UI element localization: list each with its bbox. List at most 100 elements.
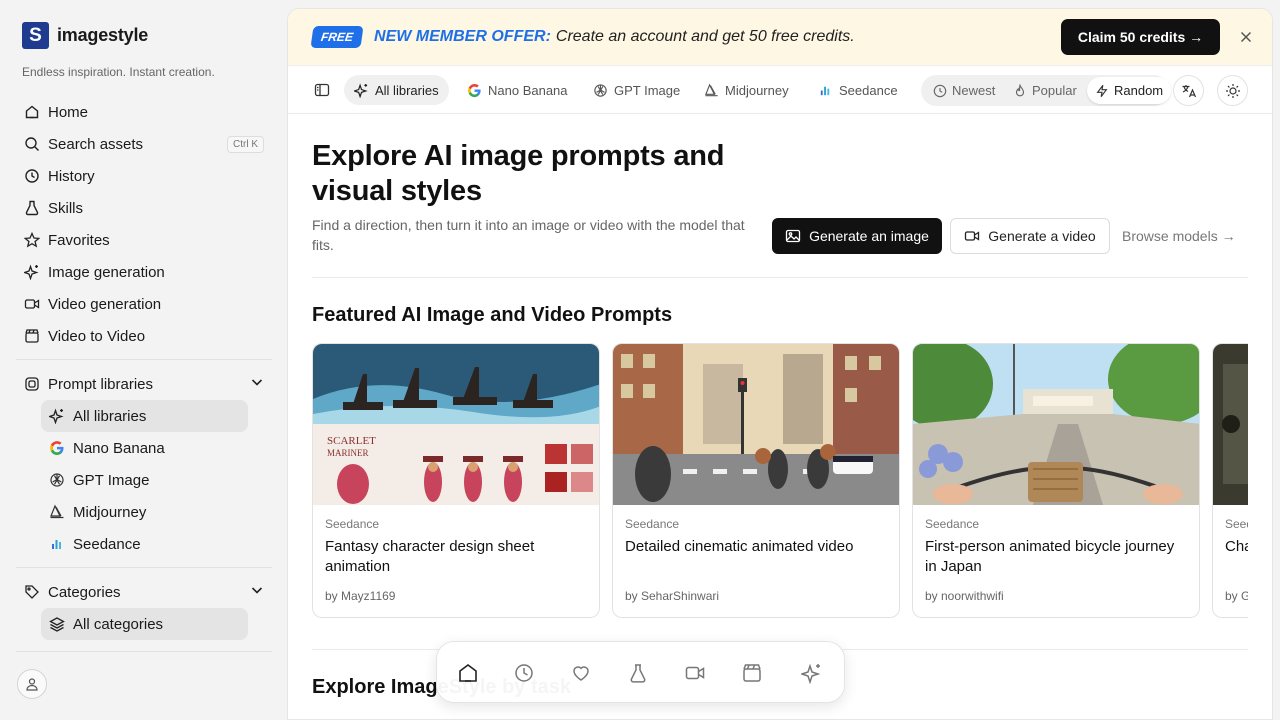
sidebar-toggle-icon[interactable] bbox=[314, 82, 330, 103]
home-icon bbox=[459, 664, 477, 682]
close-icon[interactable] bbox=[1238, 29, 1254, 45]
logo-mark-icon: S bbox=[22, 22, 49, 49]
library-label: All libraries bbox=[73, 407, 147, 425]
card-author: by noorwithwifi bbox=[925, 589, 1004, 603]
categories-toggle[interactable]: Categories bbox=[16, 576, 272, 608]
nav-favorites[interactable]: Favorites bbox=[16, 224, 272, 256]
brand-name: imagestyle bbox=[57, 25, 149, 45]
generate-image-button[interactable]: Generate an image bbox=[772, 218, 942, 254]
library-label: Nano Banana bbox=[73, 439, 165, 457]
card-category: Seedance bbox=[325, 517, 380, 531]
dock-video-to-video-button[interactable] bbox=[732, 653, 772, 693]
nav-search-assets[interactable]: Search assets Ctrl K bbox=[16, 128, 272, 160]
claim-credits-button[interactable]: Claim 50 credits → bbox=[1061, 19, 1220, 55]
sparkle-icon bbox=[354, 82, 369, 98]
nav-home[interactable]: Home bbox=[16, 96, 272, 128]
openai-icon bbox=[593, 83, 608, 98]
main-panel: FREE NEW MEMBER OFFER: Create an account… bbox=[287, 8, 1273, 720]
sort-label: Random bbox=[1114, 83, 1164, 98]
library-gpt-image[interactable]: GPT Image bbox=[41, 464, 248, 496]
categories-list: All categories bbox=[41, 608, 248, 640]
sort-newest[interactable]: Newest bbox=[925, 77, 1003, 104]
nav-image-generation[interactable]: Image generation bbox=[16, 256, 272, 288]
nav-label: Search assets bbox=[48, 135, 144, 153]
section-divider bbox=[312, 277, 1248, 278]
prompt-card[interactable]: Seedance Cha… por… by G… bbox=[1212, 343, 1248, 618]
browse-models-link[interactable]: Browse models → bbox=[1122, 218, 1236, 254]
category-all-categories[interactable]: All categories bbox=[41, 608, 248, 640]
logo[interactable]: S imagestyle bbox=[22, 22, 148, 49]
shortcut-badge: Ctrl K bbox=[227, 135, 264, 153]
language-button[interactable] bbox=[1173, 75, 1204, 106]
star-icon bbox=[24, 232, 40, 248]
library-all-libraries[interactable]: All libraries bbox=[41, 400, 248, 432]
prompt-card[interactable]: Seedance Detailed cinematic animated vid… bbox=[612, 343, 900, 618]
page-title: Explore AI image prompts and visual styl… bbox=[312, 140, 725, 207]
section-label: Prompt libraries bbox=[48, 375, 154, 393]
card-thumbnail bbox=[1213, 344, 1248, 505]
library-seedance[interactable]: Seedance bbox=[41, 528, 248, 560]
sparkle-icon bbox=[49, 408, 65, 424]
filter-seedance[interactable]: Seedance bbox=[808, 75, 908, 105]
nav-label: Favorites bbox=[48, 231, 110, 249]
card-author: by SeharShinwari bbox=[625, 589, 720, 603]
nav-skills[interactable]: Skills bbox=[16, 192, 272, 224]
flask-icon bbox=[24, 200, 40, 216]
clock-icon bbox=[933, 84, 947, 98]
dock-history-button[interactable] bbox=[504, 653, 544, 693]
filter-label: Midjourney bbox=[725, 82, 789, 98]
history-icon bbox=[515, 664, 533, 682]
bolt-icon bbox=[1095, 84, 1109, 98]
library-label: GPT Image bbox=[73, 471, 150, 489]
nav-label: History bbox=[48, 167, 95, 185]
chevron-down-icon bbox=[250, 375, 264, 393]
clapper-icon bbox=[24, 328, 40, 344]
sidebar-divider bbox=[16, 651, 272, 652]
free-badge: FREE bbox=[310, 26, 364, 48]
sparkle-icon bbox=[801, 663, 821, 684]
midjourney-sail-icon bbox=[49, 504, 65, 520]
nav-label: Video to Video bbox=[48, 327, 146, 345]
hero-subtitle: Find a direction, then turn it into an i… bbox=[312, 217, 745, 253]
dock-skills-button[interactable] bbox=[618, 653, 658, 693]
dock-favorites-button[interactable] bbox=[561, 653, 601, 693]
seedance-bars-icon bbox=[818, 83, 833, 98]
offer-text: Create an account and get 50 free credit… bbox=[555, 28, 855, 45]
dock-home-button[interactable] bbox=[448, 653, 488, 693]
prompt-card[interactable]: SCARLET MARINER Seedance Fantasy charact… bbox=[312, 343, 600, 618]
nav-label: Video generation bbox=[48, 295, 162, 313]
library-label: Seedance bbox=[73, 535, 141, 553]
filter-label: GPT Image bbox=[614, 82, 681, 98]
featured-section-title: Featured AI Image and Video Prompts bbox=[312, 304, 673, 326]
theme-toggle-button[interactable] bbox=[1217, 75, 1248, 106]
filter-all-libraries[interactable]: All libraries bbox=[344, 75, 449, 105]
prompt-libraries-toggle[interactable]: Prompt libraries bbox=[16, 368, 272, 400]
nav-video-to-video[interactable]: Video to Video bbox=[16, 320, 272, 352]
filter-nano-banana[interactable]: Nano Banana bbox=[457, 75, 578, 105]
sort-popular[interactable]: Popular bbox=[1005, 77, 1085, 104]
filter-gpt-image[interactable]: GPT Image bbox=[583, 75, 690, 105]
card-title: First-person animated bicycle journey in… bbox=[925, 538, 1175, 575]
prompt-card[interactable]: Seedance First-person animated bicycle j… bbox=[912, 343, 1200, 618]
sort-random[interactable]: Random bbox=[1087, 77, 1172, 104]
library-icon bbox=[24, 376, 40, 392]
dock-video-button[interactable] bbox=[675, 653, 715, 693]
nav-video-generation[interactable]: Video generation bbox=[16, 288, 272, 320]
card-thumbnail: SCARLET MARINER bbox=[313, 344, 599, 505]
card-thumbnail bbox=[613, 344, 899, 505]
clapper-icon bbox=[743, 664, 761, 682]
library-nano-banana[interactable]: Nano Banana bbox=[41, 432, 248, 464]
home-icon bbox=[24, 104, 40, 120]
library-midjourney[interactable]: Midjourney bbox=[41, 496, 248, 528]
dock-image-generation-button[interactable] bbox=[792, 653, 832, 693]
generate-video-button[interactable]: Generate a video bbox=[950, 218, 1110, 254]
avatar[interactable] bbox=[17, 669, 47, 699]
filter-midjourney[interactable]: Midjourney bbox=[694, 75, 799, 105]
filter-toolbar: All libraries Nano Banana GPT Image Midj… bbox=[288, 66, 1272, 114]
video-camera-icon bbox=[685, 666, 705, 680]
main-nav: Home Search assets Ctrl K History Skills… bbox=[16, 96, 272, 352]
search-icon bbox=[24, 136, 40, 152]
bottom-dock bbox=[436, 641, 845, 703]
nav-history[interactable]: History bbox=[16, 160, 272, 192]
button-label: Generate a video bbox=[988, 228, 1096, 244]
